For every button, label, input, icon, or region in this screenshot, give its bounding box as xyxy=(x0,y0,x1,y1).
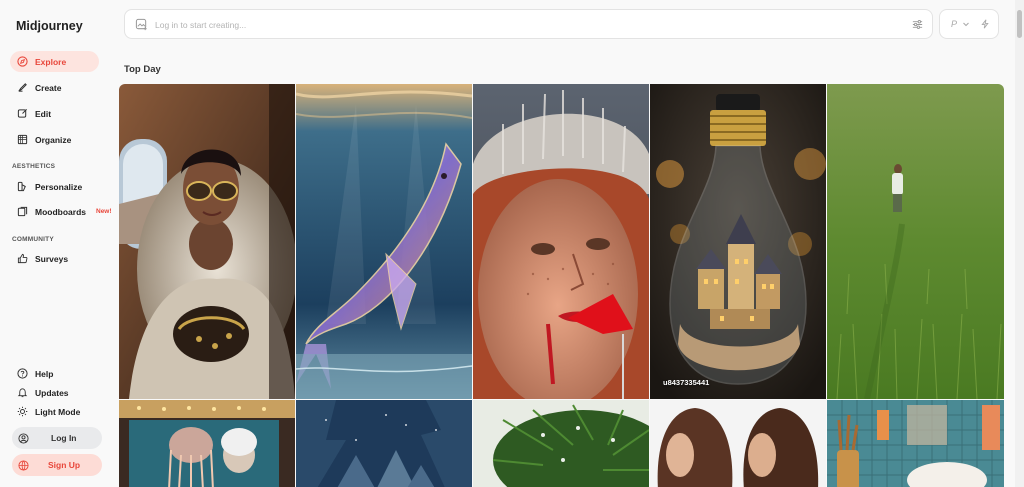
nav-explore-label: Explore xyxy=(35,56,67,67)
teal-kitchen-image xyxy=(827,400,1004,487)
brand-logo[interactable]: Midjourney xyxy=(16,19,83,33)
fur-coat-portrait-image xyxy=(119,84,295,399)
nav-personalize[interactable]: Personalize xyxy=(10,176,99,197)
gallery-image[interactable] xyxy=(827,84,1004,399)
nav-light-mode-label: Light Mode xyxy=(35,406,81,417)
nav-create-label: Create xyxy=(35,82,62,93)
nav-surveys[interactable]: Surveys xyxy=(10,248,99,269)
nav-edit-label: Edit xyxy=(35,108,52,119)
snowy-forest-image xyxy=(296,400,472,487)
mode-label: P xyxy=(951,19,958,29)
globe-icon xyxy=(18,459,29,471)
gallery-image[interactable] xyxy=(827,400,1004,487)
grass-field-image xyxy=(827,84,1004,399)
gallery-section-title: Top Day xyxy=(124,64,161,75)
nav-personalize-label: Personalize xyxy=(35,181,83,192)
gallery-image[interactable] xyxy=(119,400,295,487)
glass-whale-image xyxy=(296,84,472,399)
gallery-image[interactable] xyxy=(473,400,649,487)
grid-icon xyxy=(17,134,28,145)
nav-help[interactable]: Help xyxy=(10,363,99,384)
aesthetics-section-label: AESTHETICS xyxy=(12,163,56,170)
image-author-caption[interactable]: u8437335441 xyxy=(663,378,709,387)
nav-updates-label: Updates xyxy=(35,387,69,398)
nav-edit[interactable]: Edit xyxy=(10,103,99,124)
jellyfish-aquarium-image xyxy=(119,400,295,487)
scrollbar[interactable] xyxy=(1015,0,1024,487)
lightning-icon[interactable] xyxy=(980,19,990,29)
community-section-label: COMMUNITY xyxy=(12,236,54,243)
sidebar: Midjourney Explore Create Edit Organize … xyxy=(0,0,112,487)
help-icon xyxy=(17,368,28,379)
user-circle-icon xyxy=(18,432,29,444)
add-image-icon[interactable] xyxy=(135,18,148,31)
signup-button[interactable]: Sign Up xyxy=(12,454,102,476)
nav-updates[interactable]: Updates xyxy=(10,382,99,403)
scrollbar-thumb[interactable] xyxy=(1017,10,1022,38)
nav-help-label: Help xyxy=(35,368,54,379)
gallery-image[interactable] xyxy=(473,84,649,399)
nav-moodboards-label: Moodboards xyxy=(35,206,86,217)
edit-icon xyxy=(17,109,27,118)
prompt-bar xyxy=(124,9,933,39)
lightbulb-village-image xyxy=(650,84,826,399)
settings-sliders-icon[interactable] xyxy=(911,18,924,31)
prompt-input[interactable] xyxy=(155,16,895,33)
mode-selector[interactable]: P xyxy=(939,9,999,39)
nav-explore[interactable]: Explore xyxy=(10,51,99,72)
thumbs-up-icon xyxy=(17,253,28,264)
login-label: Log In xyxy=(51,433,77,443)
freckled-face-image xyxy=(473,84,649,399)
nav-surveys-label: Surveys xyxy=(35,253,69,264)
moodboard-icon xyxy=(17,206,28,217)
pine-branch-image xyxy=(473,400,649,487)
palette-icon xyxy=(17,181,26,192)
chevron-down-icon xyxy=(963,22,969,27)
gallery-image[interactable] xyxy=(119,84,295,399)
image-gallery: u8437335441 xyxy=(119,84,1004,487)
nav-create[interactable]: Create xyxy=(10,77,99,98)
brush-icon xyxy=(18,83,27,92)
bell-icon xyxy=(17,388,28,398)
login-button[interactable]: Log In xyxy=(12,427,102,449)
nav-moodboards[interactable]: Moodboards New! xyxy=(10,201,112,222)
gallery-image[interactable] xyxy=(296,400,472,487)
new-badge: New! xyxy=(96,208,112,215)
gallery-image[interactable] xyxy=(650,400,826,487)
signup-label: Sign Up xyxy=(48,460,81,470)
nav-light-mode[interactable]: Light Mode xyxy=(10,401,99,422)
nav-organize-label: Organize xyxy=(35,134,72,145)
two-women-hair-image xyxy=(650,400,826,487)
compass-icon xyxy=(17,56,28,67)
sun-icon xyxy=(17,406,28,417)
gallery-image[interactable]: u8437335441 xyxy=(650,84,826,399)
gallery-image[interactable] xyxy=(296,84,472,399)
nav-organize[interactable]: Organize xyxy=(10,129,99,150)
